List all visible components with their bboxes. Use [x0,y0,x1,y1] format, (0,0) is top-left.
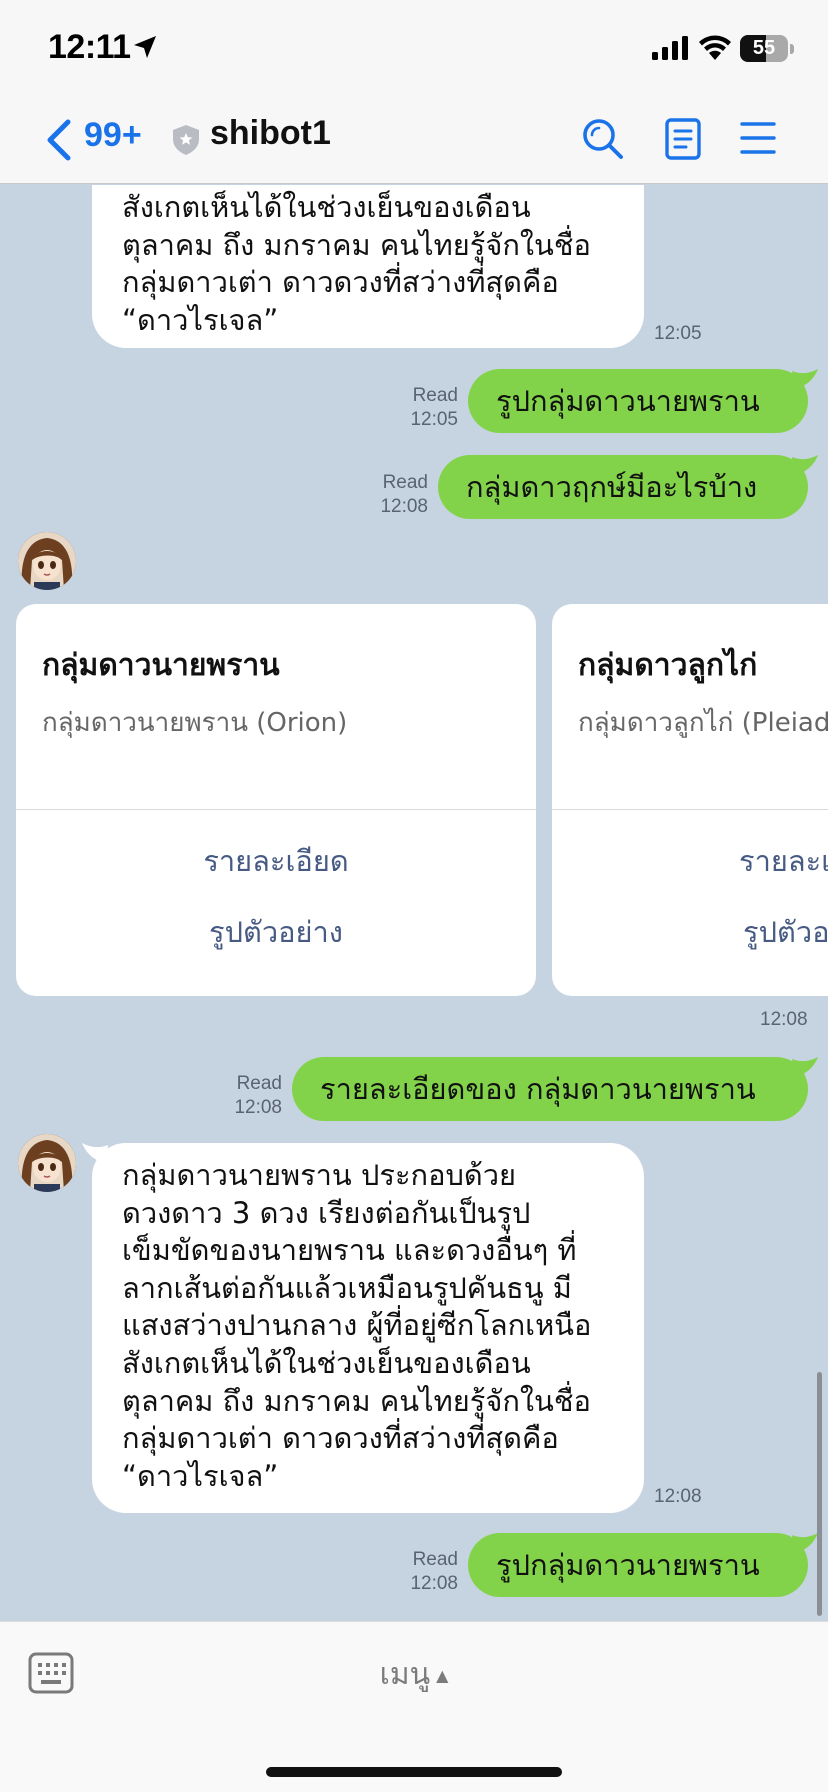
search-icon[interactable] [582,118,624,160]
bubble-tail [792,369,818,389]
anime-avatar-image [18,1134,76,1192]
battery-cap [790,44,794,54]
bubble-tail [792,1533,818,1553]
hamburger-menu-icon[interactable] [740,120,776,156]
notes-icon[interactable] [664,118,702,160]
battery-indicator: 55 [740,35,788,62]
read-receipt: Read 12:08 [204,1072,282,1120]
card-details-button[interactable]: รายละเอียด [16,838,536,884]
message-time: 12:08 [380,496,428,517]
read-label: Read [236,1073,282,1094]
back-chevron-icon[interactable] [44,118,74,162]
rich-menu-toggle[interactable]: เมนู ▲ [0,1652,828,1698]
chat-scrollbar[interactable] [817,1372,822,1616]
read-receipt: Read 12:05 [380,384,458,432]
message-time: 12:08 [234,1097,282,1118]
message-time: 12:08 [760,1009,808,1030]
menu-arrow-up-icon: ▲ [436,1665,449,1685]
outgoing-message-bubble[interactable]: รายละเอียดของ กลุ่มดาวนายพราน [292,1057,808,1121]
message-time: 12:05 [410,409,458,430]
card-title: กลุ่มดาวนายพราน [42,648,280,683]
bubble-tail [792,1057,818,1077]
home-indicator[interactable] [266,1767,562,1777]
chat-title: shibot1 [210,114,331,152]
battery-percent: 55 [752,37,776,59]
location-arrow-icon [134,36,156,58]
bot-avatar[interactable] [18,1134,76,1192]
bubble-tail [792,455,818,475]
message-time: 12:08 [654,1486,702,1507]
carousel-card[interactable]: กลุ่มดาวนายพราน กลุ่มดาวนายพราน (Orion) … [16,604,536,996]
status-bar: 12:11 55 [0,0,828,96]
read-label: Read [382,472,428,493]
wifi-icon [699,35,731,60]
incoming-message-bubble[interactable]: สังเกตเห็นได้ในช่วงเย็นของเดือน ตุลาคม ถ… [92,185,644,348]
incoming-message-bubble[interactable]: กลุ่มดาวนายพราน ประกอบด้วย ดวงดาว 3 ดวง … [92,1143,644,1513]
read-label: Read [412,1549,458,1570]
message-time: 12:08 [410,1573,458,1594]
anime-avatar-image [18,532,76,590]
card-sample-image-button[interactable]: รูปตัวอย่าง [16,909,536,955]
shield-icon [173,125,199,155]
chat-messages[interactable]: สังเกตเห็นได้ในช่วงเย็นของเดือน ตุลาคม ถ… [0,185,828,1621]
card-divider [16,809,536,810]
message-time: 12:05 [654,323,702,344]
read-label: Read [412,385,458,406]
read-receipt: Read 12:08 [380,1548,458,1596]
menu-label: เมนู [379,1657,431,1692]
carousel-card[interactable]: กลุ่มดาวลูกไก่ กลุ่มดาวลูกไก่ (Pleiad รา… [552,604,828,996]
card-sample-image-button[interactable]: รูปตัวอ [743,909,828,955]
read-receipt: Read 12:08 [350,471,428,519]
cellular-signal-icon [652,36,688,60]
outgoing-message-bubble[interactable]: รูปกลุ่มดาวนายพราน [468,1533,808,1597]
card-title: กลุ่มดาวลูกไก่ [578,648,758,683]
unread-count-back-button[interactable]: 99+ [84,116,142,155]
card-details-button[interactable]: รายละเ [739,838,828,884]
bottom-bar: เมนู ▲ [0,1621,828,1792]
status-time: 12:11 [48,28,131,66]
outgoing-message-bubble[interactable]: รูปกลุ่มดาวนายพราน [468,369,808,433]
bot-avatar[interactable] [18,532,76,590]
card-subtitle: กลุ่มดาวนายพราน (Orion) [42,708,348,738]
outgoing-message-bubble[interactable]: กลุ่มดาวฤกษ์มีอะไรบ้าง [438,455,808,519]
chat-header: 99+ shibot1 [0,96,828,184]
card-divider [552,809,828,810]
card-subtitle: กลุ่มดาวลูกไก่ (Pleiad [578,708,828,738]
